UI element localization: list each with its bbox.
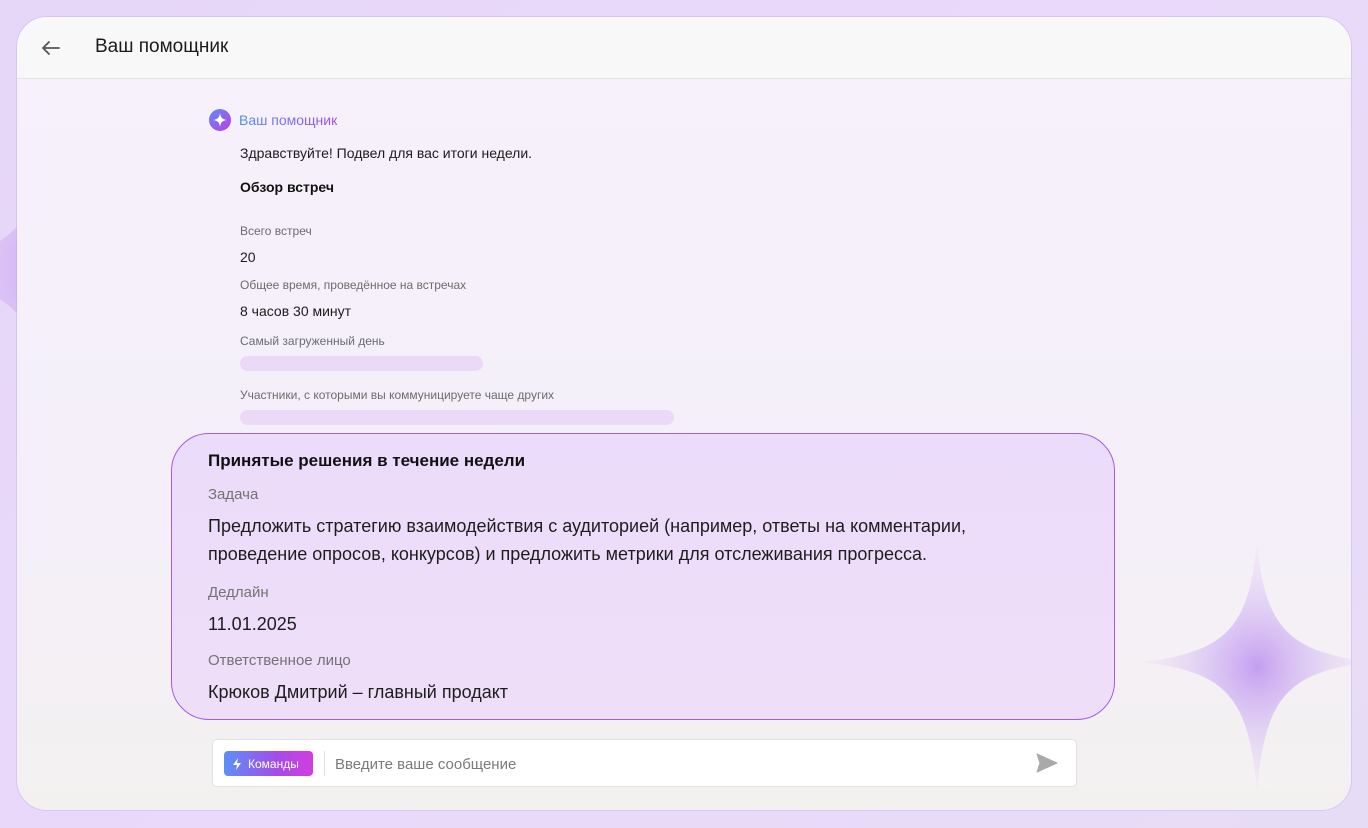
busiest-day-skeleton [240,356,483,371]
assistant-message: Ваш помощник Здравствуйте! Подвел для ва… [209,109,909,425]
message-composer: Команды [212,739,1077,787]
total-meetings-value: 20 [240,249,256,265]
send-button[interactable] [1035,751,1061,777]
decisions-card: Принятые решения в течение недели Задача… [171,433,1115,720]
meeting-time-label: Общее время, проведённое на встречах [240,278,467,292]
top-bar: Ваш помощник [17,17,1351,79]
back-button[interactable] [37,35,65,61]
commands-button[interactable]: Команды [224,751,313,776]
sparkle-icon [209,109,231,131]
deadline-value: 11.01.2025 [208,614,297,634]
message-input[interactable] [335,748,1015,780]
meeting-time-value: 8 часов 30 минут [240,303,352,319]
participants-label: Участники, с которыми вы коммуницируете … [240,388,555,402]
background-star-right [1142,542,1351,792]
composer-divider [324,751,325,776]
page-title: Ваш помощник [95,36,229,57]
app-window: Ваш помощник Ваш помощник Здравствуйте! … [17,17,1351,810]
task-value: Предложить стратегию взаимодействия с ау… [208,516,967,564]
assistant-name: Ваш помощник [239,112,338,128]
owner-label: Ответственное лицо [208,652,351,669]
lightning-icon [233,757,241,770]
overview-title: Обзор встреч [240,179,334,195]
task-label: Задача [208,486,259,503]
owner-value: Крюков Дмитрий – главный продакт [208,682,509,702]
deadline-label: Дедлайн [208,584,269,601]
assistant-header: Ваш помощник [209,109,909,131]
commands-label: Команды [248,756,299,771]
participants-skeleton [240,410,674,425]
greeting-text: Здравствуйте! Подвел для вас итоги недел… [240,145,533,161]
decisions-title: Принятые решения в течение недели [208,451,526,470]
busiest-day-label: Самый загруженный день [240,334,385,348]
send-icon [1036,753,1058,773]
arrow-left-icon [42,41,60,55]
total-meetings-label: Всего встреч [240,224,312,238]
